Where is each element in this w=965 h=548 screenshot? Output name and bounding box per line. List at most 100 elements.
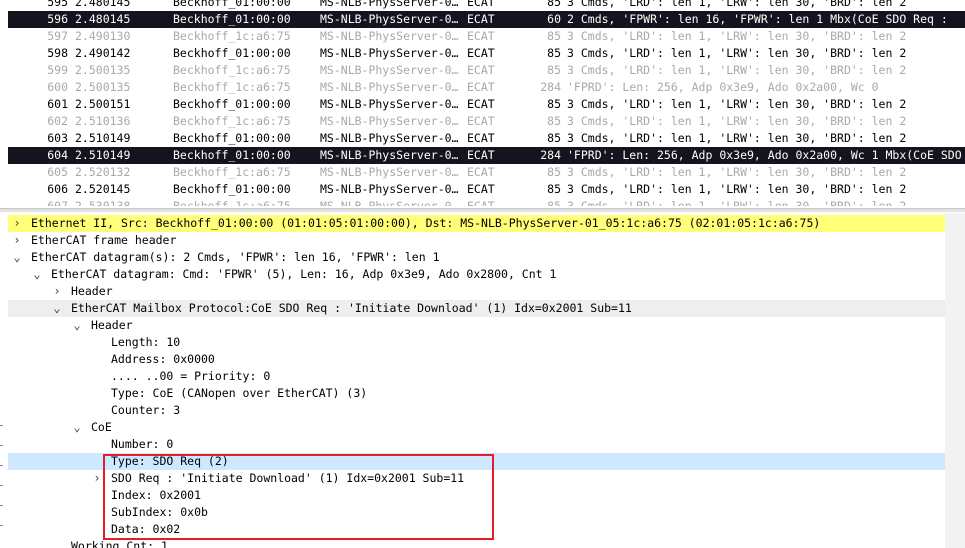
packet-row[interactable]: 598 2.490142 Beckhoff_01:00:00 MS-NLB-PhysS…	[8, 45, 965, 62]
packet-length: 85	[547, 165, 561, 179]
packet-time: 2.490130	[75, 29, 131, 43]
packet-row[interactable]: 607 2.530138 Beckhoff_1c:a6:75 MS-NLB-PhysS…	[8, 198, 965, 206]
annotation-highlight-box	[103, 454, 494, 540]
packet-source: Beckhoff_1c:a6:75	[173, 63, 291, 77]
packet-number: 602	[47, 114, 68, 128]
chevron-down-icon[interactable]: ⌄	[12, 249, 22, 266]
chevron-down-icon[interactable]: ⌄	[72, 317, 82, 334]
detail-tree-label: Number: 0	[111, 437, 174, 451]
chevron-right-icon[interactable]: ›	[52, 283, 62, 300]
packet-row[interactable]: 604 2.510149 Beckhoff_01:00:00 MS-NLB-PhysS…	[8, 147, 965, 164]
detail-tree-label: EtherCAT datagram(s): 2 Cmds, 'FPWR': le…	[31, 250, 440, 264]
packet-protocol: ECAT	[467, 46, 495, 60]
chevron-down-icon[interactable]: ⌄	[32, 266, 42, 283]
packet-destination: MS-NLB-PhysServer-0…	[320, 131, 459, 145]
packet-destination: MS-NLB-PhysServer-0…	[320, 165, 459, 179]
detail-tree-item[interactable]: › Ethernet II, Src: Beckhoff_01:00:00 (01…	[8, 215, 945, 232]
packet-row[interactable]: 601 2.500151 Beckhoff_01:00:00 MS-NLB-PhysS…	[8, 96, 965, 113]
packet-protocol: ECAT	[467, 148, 495, 162]
packet-destination: MS-NLB-PhysServer-0…	[320, 199, 459, 206]
packet-time: 2.500135	[75, 80, 131, 94]
detail-tree-item[interactable]: Number: 0	[8, 436, 945, 453]
packet-row[interactable]: 595 2.480145 Beckhoff_01:00:00 MS-NLB-PhysS…	[8, 0, 965, 11]
detail-tree-item[interactable]: › EtherCAT frame header	[8, 232, 945, 249]
packet-protocol: ECAT	[467, 97, 495, 111]
chevron-right-icon[interactable]: ›	[12, 215, 22, 232]
packet-info: 3 Cmds, 'LRD': len 1, 'LRW': len 30, 'BR…	[567, 29, 907, 43]
packet-destination: MS-NLB-PhysServer-0…	[320, 0, 459, 9]
packet-info: 'FPRD': Len: 256, Adp 0x3e9, Ado 0x2a00,…	[567, 148, 962, 162]
packet-number: 599	[47, 63, 68, 77]
detail-tree-label: Counter: 3	[111, 403, 181, 417]
packet-row[interactable]: 596 2.480145 Beckhoff_01:00:00 MS-NLB-PhysS…	[8, 11, 965, 28]
packet-number: 598	[47, 46, 68, 60]
packet-info: 2 Cmds, 'FPWR': len 16, 'FPWR': len 1 Mb…	[567, 12, 948, 26]
packet-number: 606	[47, 182, 68, 196]
chevron-right-icon[interactable]: ›	[92, 470, 102, 487]
chevron-right-icon[interactable]: ›	[12, 232, 22, 249]
detail-tree-item[interactable]: ⌄ Header	[8, 317, 945, 334]
packet-length: 284	[540, 148, 561, 162]
packet-time: 2.510149	[75, 131, 131, 145]
detail-tree-item[interactable]: Type: CoE (CANopen over EtherCAT) (3)	[8, 385, 945, 402]
packet-row[interactable]: 599 2.500135 Beckhoff_1c:a6:75 MS-NLB-PhysS…	[8, 62, 965, 79]
detail-tree-label: EtherCAT datagram: Cmd: 'FPWR' (5), Len:…	[51, 267, 557, 281]
packet-length: 85	[547, 46, 561, 60]
packet-protocol: ECAT	[467, 131, 495, 145]
chevron-down-icon[interactable]: ⌄	[52, 300, 62, 317]
packet-number: 603	[47, 131, 68, 145]
detail-tree-item[interactable]: › Header	[8, 283, 945, 300]
packet-protocol: ECAT	[467, 12, 495, 26]
details-scrollbar[interactable]	[945, 213, 965, 548]
packet-info: 3 Cmds, 'LRD': len 1, 'LRW': len 30, 'BR…	[567, 46, 907, 60]
packet-row[interactable]: 606 2.520145 Beckhoff_01:00:00 MS-NLB-PhysS…	[8, 181, 965, 198]
packet-protocol: ECAT	[467, 0, 495, 9]
packet-number: 604	[47, 148, 68, 162]
detail-tree-label: EtherCAT Mailbox Protocol:CoE SDO Req : …	[71, 301, 632, 315]
detail-tree-item[interactable]: ⌄ EtherCAT datagram: Cmd: 'FPWR' (5), Len…	[8, 266, 945, 283]
packet-source: Beckhoff_01:00:00	[173, 12, 291, 26]
detail-tree-label: Type: CoE (CANopen over EtherCAT) (3)	[111, 386, 368, 400]
packet-length: 85	[547, 199, 561, 206]
detail-tree-item[interactable]: .... ..00 = Priority: 0	[8, 368, 945, 385]
packet-info: 'FPRD': Len: 256, Adp 0x3e9, Ado 0x2a00,…	[567, 80, 879, 94]
packet-source: Beckhoff_01:00:00	[173, 46, 291, 60]
packet-info: 3 Cmds, 'LRD': len 1, 'LRW': len 30, 'BR…	[567, 182, 907, 196]
packet-time: 2.520145	[75, 182, 131, 196]
packet-row[interactable]: 597 2.490130 Beckhoff_1c:a6:75 MS-NLB-PhysS…	[8, 28, 965, 45]
packet-time: 2.500151	[75, 97, 131, 111]
packet-time: 2.520132	[75, 165, 131, 179]
packet-list[interactable]: 595 2.480145 Beckhoff_01:00:00 MS-NLB-PhysS…	[8, 0, 965, 206]
packet-destination: MS-NLB-PhysServer-0…	[320, 114, 459, 128]
packet-protocol: ECAT	[467, 63, 495, 77]
pane-divider[interactable]	[0, 208, 965, 212]
packet-protocol: ECAT	[467, 182, 495, 196]
packet-row[interactable]: 603 2.510149 Beckhoff_01:00:00 MS-NLB-PhysS…	[8, 130, 965, 147]
packet-row[interactable]: 602 2.510136 Beckhoff_1c:a6:75 MS-NLB-PhysS…	[8, 113, 965, 130]
detail-tree-item[interactable]: ⌄ EtherCAT Mailbox Protocol:CoE SDO Req :…	[8, 300, 945, 317]
packet-row[interactable]: 600 2.500135 Beckhoff_1c:a6:75 MS-NLB-PhysS…	[8, 79, 965, 96]
chevron-down-icon[interactable]: ⌄	[72, 419, 82, 436]
packet-row[interactable]: 605 2.520132 Beckhoff_1c:a6:75 MS-NLB-PhysS…	[8, 164, 965, 181]
detail-tree-label: EtherCAT frame header	[31, 233, 177, 247]
packet-protocol: ECAT	[467, 114, 495, 128]
packet-source: Beckhoff_01:00:00	[173, 131, 291, 145]
packet-protocol: ECAT	[467, 29, 495, 43]
detail-tree-label: Header	[91, 318, 133, 332]
detail-tree-item[interactable]: ⌄ CoE	[8, 419, 945, 436]
packet-source: Beckhoff_1c:a6:75	[173, 80, 291, 94]
packet-destination: MS-NLB-PhysServer-0…	[320, 97, 459, 111]
packet-length: 85	[547, 97, 561, 111]
detail-tree-label: .... ..00 = Priority: 0	[111, 369, 271, 383]
detail-tree-item[interactable]: Length: 10	[8, 334, 945, 351]
detail-tree-item[interactable]: Counter: 3	[8, 402, 945, 419]
packet-length: 85	[547, 182, 561, 196]
detail-tree-item[interactable]: Address: 0x0000	[8, 351, 945, 368]
packet-number: 600	[47, 80, 68, 94]
packet-destination: MS-NLB-PhysServer-0…	[320, 29, 459, 43]
packet-protocol: ECAT	[467, 80, 495, 94]
detail-tree-label: Ethernet II, Src: Beckhoff_01:00:00 (01:…	[31, 216, 821, 230]
detail-tree-item[interactable]: ⌄ EtherCAT datagram(s): 2 Cmds, 'FPWR': l…	[8, 249, 945, 266]
packet-info: 3 Cmds, 'LRD': len 1, 'LRW': len 30, 'BR…	[567, 97, 907, 111]
packet-info: 3 Cmds, 'LRD': len 1, 'LRW': len 30, 'BR…	[567, 63, 907, 77]
